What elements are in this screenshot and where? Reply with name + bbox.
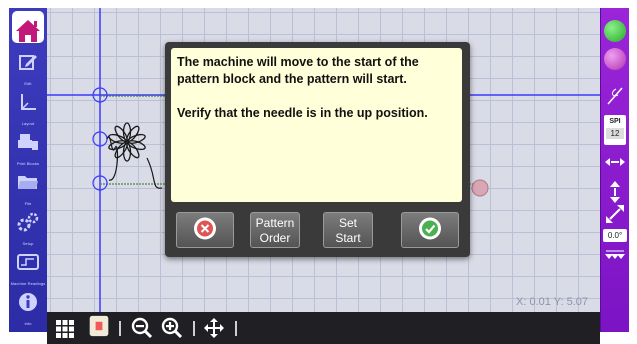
stop-button[interactable] — [604, 48, 626, 70]
sidebar-item-file[interactable]: File — [9, 168, 47, 208]
cancel-icon — [193, 217, 217, 244]
dialog-message: The machine will move to the start of th… — [171, 48, 462, 202]
zoom-in-icon[interactable] — [161, 317, 183, 339]
spi-setting[interactable]: SPI 12 — [604, 115, 626, 145]
toolbar-divider — [235, 321, 237, 336]
pan-icon[interactable] — [203, 317, 225, 339]
start-button[interactable] — [604, 20, 626, 42]
quilting-app: Home Edit Layout Print Blocks File Setup… — [0, 0, 637, 344]
set-start-button[interactable]: Set Start — [323, 212, 373, 248]
pattern-order-button[interactable]: Pattern Order — [250, 212, 300, 248]
machine-icon — [17, 254, 39, 270]
confirm-button[interactable] — [401, 212, 459, 248]
right-sidebar: SPI 12 0.0° — [600, 8, 629, 332]
sidebar-item-home[interactable]: Home — [9, 8, 47, 50]
sidebar-item-machine-readings[interactable]: Machine Readings — [9, 248, 47, 288]
toolbar-divider — [193, 321, 195, 336]
print-blocks-icon — [18, 134, 38, 150]
pattern-swatch-icon[interactable] — [87, 315, 111, 337]
dialog-message-line2: Verify that the needle is in the up posi… — [177, 106, 428, 120]
info-icon — [19, 293, 37, 311]
setup-icon — [17, 212, 39, 232]
left-sidebar: Home Edit Layout Print Blocks File Setup… — [9, 8, 48, 332]
sidebar-item-info[interactable]: Info — [9, 288, 47, 328]
start-pattern-dialog: The machine will move to the start of th… — [165, 42, 470, 257]
move-down-icon[interactable] — [604, 250, 626, 268]
coordinate-readout: X: 0.01 Y: 5.07 — [516, 296, 588, 308]
dialog-message-line1: The machine will move to the start of th… — [177, 55, 419, 86]
bottom-toolbar — [47, 312, 600, 344]
grid-icon[interactable] — [55, 317, 75, 339]
check-icon — [418, 217, 442, 244]
cancel-button[interactable] — [176, 212, 234, 248]
toolbar-divider — [119, 321, 121, 336]
home-icon — [12, 11, 44, 43]
edit-icon — [19, 55, 37, 70]
vertical-move-icon[interactable] — [608, 180, 622, 204]
rotation-angle[interactable]: 0.0° — [603, 229, 627, 242]
sidebar-item-setup[interactable]: Setup — [9, 208, 47, 248]
needle-icon[interactable] — [606, 86, 624, 106]
sidebar-item-layout[interactable]: Layout — [9, 88, 47, 128]
sidebar-item-edit[interactable]: Edit — [9, 48, 47, 88]
sidebar-item-print-blocks[interactable]: Print Blocks — [9, 128, 47, 168]
diagonal-move-icon[interactable] — [605, 204, 625, 224]
zoom-out-icon[interactable] — [131, 317, 153, 339]
layout-icon — [21, 94, 36, 110]
horizontal-move-icon[interactable] — [604, 156, 626, 168]
folder-icon — [18, 176, 38, 189]
